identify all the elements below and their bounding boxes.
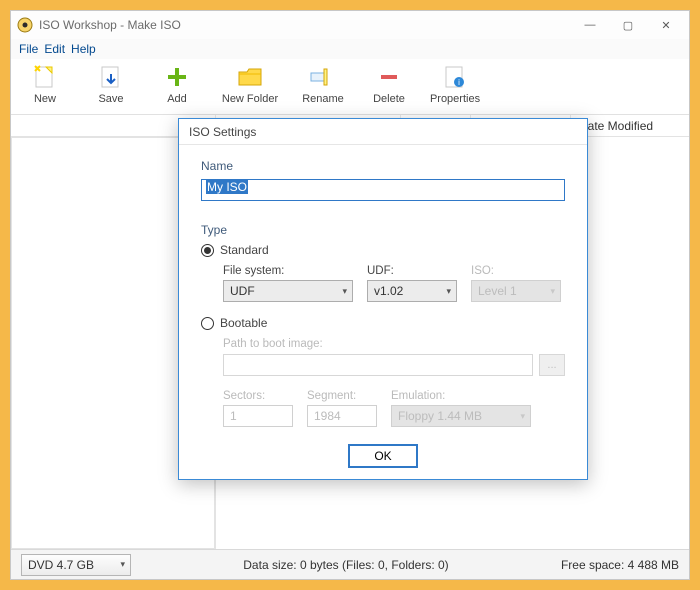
properties-button[interactable]: i Properties <box>431 63 479 105</box>
dialog-title: ISO Settings <box>179 119 587 145</box>
disc-size-select[interactable]: DVD 4.7 GB <box>21 554 131 576</box>
window-title: ISO Workshop - Make ISO <box>39 18 571 32</box>
iso-select: Level 1 <box>471 280 561 302</box>
boot-browse-button: ... <box>539 354 565 376</box>
properties-icon: i <box>441 63 469 91</box>
udf-select[interactable]: v1.02 <box>367 280 457 302</box>
save-label: Save <box>98 93 123 105</box>
menu-edit[interactable]: Edit <box>44 42 65 56</box>
menu-help[interactable]: Help <box>71 42 96 56</box>
menubar: File Edit Help <box>11 39 689 59</box>
menu-file[interactable]: File <box>19 42 38 56</box>
iso-name-input[interactable]: My ISO <box>201 179 565 201</box>
rename-button[interactable]: Rename <box>299 63 347 105</box>
filesystem-select[interactable]: UDF <box>223 280 353 302</box>
type-section-label: Type <box>201 223 565 237</box>
segment-input: 1984 <box>307 405 377 427</box>
status-freespace: Free space: 4 488 MB <box>561 558 679 572</box>
iso-label: ISO: <box>471 265 561 277</box>
iso-settings-dialog: ISO Settings Name My ISO Type Standard F… <box>178 118 588 480</box>
new-button[interactable]: New <box>21 63 69 105</box>
bootable-radio[interactable]: Bootable <box>201 316 565 330</box>
rename-icon <box>309 63 337 91</box>
emulation-label: Emulation: <box>391 390 531 402</box>
bootable-radio-label: Bootable <box>220 316 267 330</box>
standard-radio[interactable]: Standard <box>201 243 565 257</box>
new-folder-button[interactable]: New Folder <box>219 63 281 105</box>
new-label: New <box>34 93 56 105</box>
standard-radio-label: Standard <box>220 243 269 257</box>
filesystem-label: File system: <box>223 265 353 277</box>
status-datasize: Data size: 0 bytes (Files: 0, Folders: 0… <box>131 558 561 572</box>
statusbar: DVD 4.7 GB Data size: 0 bytes (Files: 0,… <box>11 549 689 579</box>
properties-label: Properties <box>430 93 480 105</box>
close-button[interactable]: ✕ <box>647 11 685 39</box>
boot-path-label: Path to boot image: <box>223 338 565 350</box>
boot-path-input <box>223 354 533 376</box>
sectors-input: 1 <box>223 405 293 427</box>
maximize-button[interactable]: ▢ <box>609 11 647 39</box>
new-folder-label: New Folder <box>222 93 278 105</box>
radio-checked-icon <box>201 244 214 257</box>
app-icon <box>17 17 33 33</box>
delete-label: Delete <box>373 93 405 105</box>
segment-label: Segment: <box>307 390 377 402</box>
name-section-label: Name <box>201 159 565 173</box>
rename-label: Rename <box>302 93 344 105</box>
toolbar: New Save Add New Folder Rename Delete i … <box>11 59 689 115</box>
minus-icon <box>375 63 403 91</box>
add-button[interactable]: Add <box>153 63 201 105</box>
radio-unchecked-icon <box>201 317 214 330</box>
new-file-icon <box>31 63 59 91</box>
minimize-button[interactable]: — <box>571 11 609 39</box>
save-button[interactable]: Save <box>87 63 135 105</box>
titlebar: ISO Workshop - Make ISO — ▢ ✕ <box>11 11 689 39</box>
folder-icon <box>236 63 264 91</box>
add-label: Add <box>167 93 187 105</box>
emulation-select: Floppy 1.44 MB <box>391 405 531 427</box>
plus-icon <box>163 63 191 91</box>
ok-button[interactable]: OK <box>348 444 418 468</box>
sectors-label: Sectors: <box>223 390 293 402</box>
delete-button[interactable]: Delete <box>365 63 413 105</box>
svg-text:i: i <box>458 78 460 87</box>
save-icon <box>97 63 125 91</box>
udf-label: UDF: <box>367 265 457 277</box>
